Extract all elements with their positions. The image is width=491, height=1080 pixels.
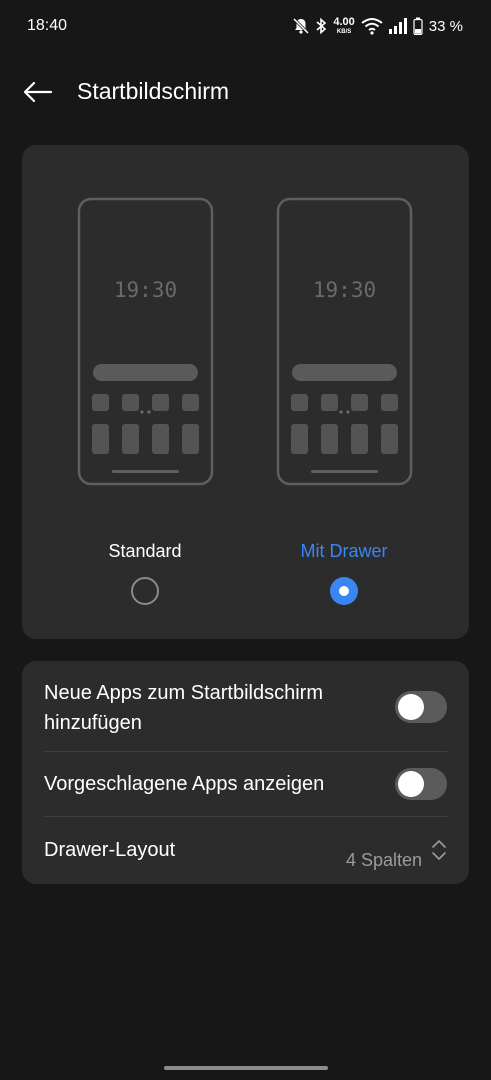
preview-app-icon xyxy=(152,437,169,454)
preview-app-icon xyxy=(381,437,398,454)
preview-app-icon xyxy=(321,394,338,411)
preview-home-bar xyxy=(311,470,378,473)
settings-card: Neue Apps zum Startbildschirm hinzufügen… xyxy=(22,661,469,884)
preview-app-icon xyxy=(381,394,398,411)
preview-page-dot xyxy=(140,410,144,414)
preview-app-icon xyxy=(122,437,139,454)
option-standard-label: Standard xyxy=(108,541,182,561)
suggested-apps-row[interactable]: Vorgeschlagene Apps anzeigen xyxy=(22,752,469,816)
chevron-up-down-icon[interactable] xyxy=(431,838,447,862)
status-bar: 18:40 4.00 KB/S 33 % xyxy=(0,0,491,54)
drawer-layout-preview[interactable]: 19:30 xyxy=(276,197,413,486)
layout-options-card: 19:30 19:30 Standard Mit Drawer xyxy=(22,145,469,639)
preview-clock: 19:30 xyxy=(114,278,177,302)
wifi-icon xyxy=(361,18,383,35)
preview-home-bar xyxy=(112,470,179,473)
toggle-knob xyxy=(398,771,424,797)
bluetooth-icon xyxy=(316,17,327,35)
preview-app-icon xyxy=(92,437,109,454)
preview-app-icon xyxy=(321,437,338,454)
preview-app-icon xyxy=(291,437,308,454)
page-title: Startbildschirm xyxy=(77,78,230,104)
preview-page-dot xyxy=(147,410,151,414)
add-new-apps-toggle[interactable] xyxy=(395,691,447,723)
preview-app-icon xyxy=(182,437,199,454)
drawer-layout-value[interactable]: 4 Spalten xyxy=(346,850,422,871)
preview-app-icon xyxy=(291,394,308,411)
preview-page-dot xyxy=(339,410,343,414)
preview-search-bar xyxy=(292,364,397,381)
signal-icon xyxy=(388,18,407,34)
app-header: Startbildschirm xyxy=(0,70,491,114)
drawer-layout-label: Drawer-Layout xyxy=(44,839,176,861)
toggle-knob xyxy=(398,694,424,720)
status-time: 18:40 xyxy=(27,17,68,34)
drawer-radio[interactable] xyxy=(330,577,358,605)
network-speed: 4.00 KB/S xyxy=(333,16,355,36)
battery-percent: 33 % xyxy=(428,17,463,35)
standard-radio[interactable] xyxy=(131,577,159,605)
bell-off-icon xyxy=(293,17,310,35)
preview-clock: 19:30 xyxy=(313,278,376,302)
add-new-apps-label-line1: Neue Apps zum Startbildschirm xyxy=(44,682,324,704)
network-speed-unit: KB/S xyxy=(336,29,352,35)
preview-app-icon xyxy=(122,394,139,411)
back-button[interactable] xyxy=(20,74,56,110)
preview-app-icon xyxy=(182,394,199,411)
preview-app-icon xyxy=(92,394,109,411)
home-indicator[interactable] xyxy=(164,1066,328,1070)
battery-icon xyxy=(413,17,423,35)
preview-app-icon xyxy=(351,394,368,411)
suggested-apps-label: Vorgeschlagene Apps anzeigen xyxy=(44,773,325,795)
standard-layout-preview[interactable]: 19:30 xyxy=(77,197,214,486)
option-drawer-label: Mit Drawer xyxy=(300,541,388,561)
add-new-apps-row[interactable]: Neue Apps zum Startbildschirm hinzufügen xyxy=(22,661,469,751)
preview-app-icon xyxy=(351,437,368,454)
add-new-apps-label-line2: hinzufügen xyxy=(44,712,142,734)
network-speed-value: 4.00 xyxy=(333,16,355,28)
arrow-left-icon xyxy=(23,81,53,103)
suggested-apps-toggle[interactable] xyxy=(395,768,447,800)
status-icons: 4.00 KB/S 33 % xyxy=(292,14,463,38)
preview-app-icon xyxy=(152,394,169,411)
preview-page-dot xyxy=(346,410,350,414)
preview-search-bar xyxy=(93,364,198,381)
